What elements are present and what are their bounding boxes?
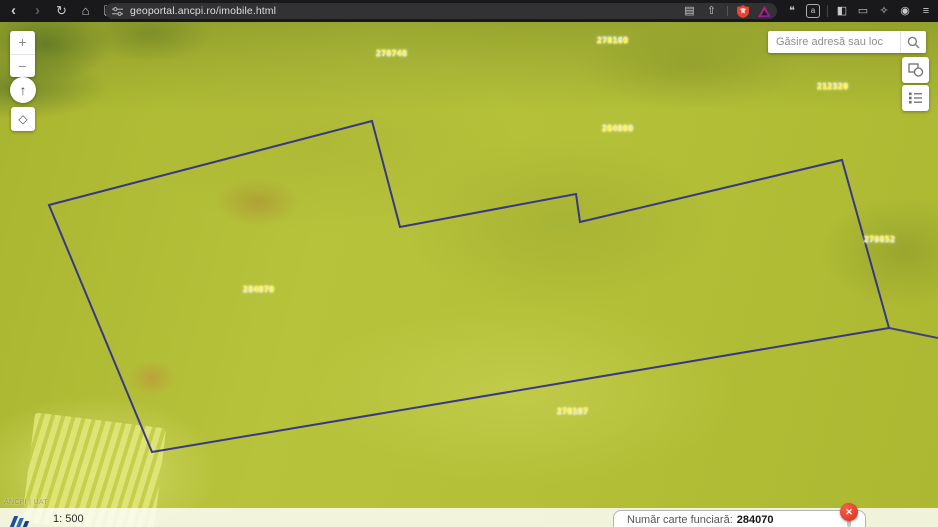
parcel-label: 278107	[557, 407, 589, 416]
search-input[interactable]: Găsire adresă sau loc	[768, 36, 900, 48]
vpn-shield-icon[interactable]: ◉	[898, 0, 912, 22]
speech-bubble-icon[interactable]: ❝	[785, 0, 799, 22]
parcel-label: 270748	[376, 49, 408, 58]
menu-icon[interactable]: ≡	[919, 0, 933, 22]
address-bar[interactable]: geoportal.ancpi.ro/imobile.html ▤ ⇧	[105, 3, 777, 19]
extension-triangle-icon[interactable]	[758, 5, 771, 17]
sidebar-icon[interactable]: ◧	[835, 0, 849, 22]
cadastre-number-field[interactable]: Număr carte funciară: 284070	[613, 510, 866, 527]
zoom-control: + −	[10, 31, 35, 77]
back-icon[interactable]: ‹	[6, 0, 21, 22]
map-attribution: ANCPI | UAT	[4, 499, 48, 506]
zoom-in-button[interactable]: +	[10, 31, 35, 55]
leo-ai-icon[interactable]: ✧	[877, 0, 891, 22]
parcel-label-selected: 284070	[243, 285, 275, 294]
share-icon[interactable]: ⇧	[705, 3, 718, 19]
cadastre-value: 284070	[736, 513, 774, 526]
selected-parcel-outline[interactable]	[47, 119, 891, 454]
parcel-label: 284000	[602, 124, 634, 133]
site-settings-icon[interactable]	[112, 6, 123, 17]
adjacent-parcel-line	[888, 327, 938, 339]
parcel-label: 270852	[864, 235, 896, 244]
url-text: geoportal.ancpi.ro/imobile.html	[130, 5, 277, 17]
divider	[827, 5, 828, 17]
parcel-label: 278169	[597, 36, 629, 45]
zoom-out-button[interactable]: −	[10, 55, 35, 78]
search-box: Găsire adresă sau loc	[768, 31, 926, 53]
browser-toolbar: ‹ › ↻ ⌂ ❏ geoportal.ancpi.ro/imobile.htm…	[0, 0, 938, 22]
home-icon[interactable]: ⌂	[78, 0, 93, 22]
geolocate-button[interactable]: ◇	[11, 107, 35, 131]
cadastre-label: Număr carte funciară:	[627, 513, 733, 526]
wallet-icon[interactable]: ▭	[856, 0, 870, 22]
scale-indicator: 1: 500	[53, 513, 84, 525]
basemap-icon	[907, 63, 923, 77]
reader-mode-icon[interactable]: ▤	[683, 3, 696, 19]
compass-north-button[interactable]: ↑	[10, 77, 36, 103]
app-window: ‹ › ↻ ⌂ ❏ geoportal.ancpi.ro/imobile.htm…	[0, 0, 938, 527]
translate-icon[interactable]: a	[806, 4, 820, 18]
map-canvas[interactable]: 270748 278169 284000 212320 284070 27085…	[0, 22, 938, 527]
parcel-outline-layer	[47, 119, 938, 454]
legend-button[interactable]	[902, 85, 929, 111]
ancpi-logo	[9, 516, 30, 527]
forward-icon[interactable]: ›	[30, 0, 45, 22]
divider	[727, 6, 728, 16]
search-icon[interactable]	[900, 31, 926, 53]
basemap-gallery-button[interactable]	[902, 57, 929, 83]
brave-shields-icon[interactable]	[737, 4, 749, 18]
legend-icon	[909, 92, 922, 104]
reload-icon[interactable]: ↻	[54, 0, 69, 22]
parcel-label: 212320	[817, 82, 849, 91]
close-results-button[interactable]: ✕	[840, 503, 858, 521]
